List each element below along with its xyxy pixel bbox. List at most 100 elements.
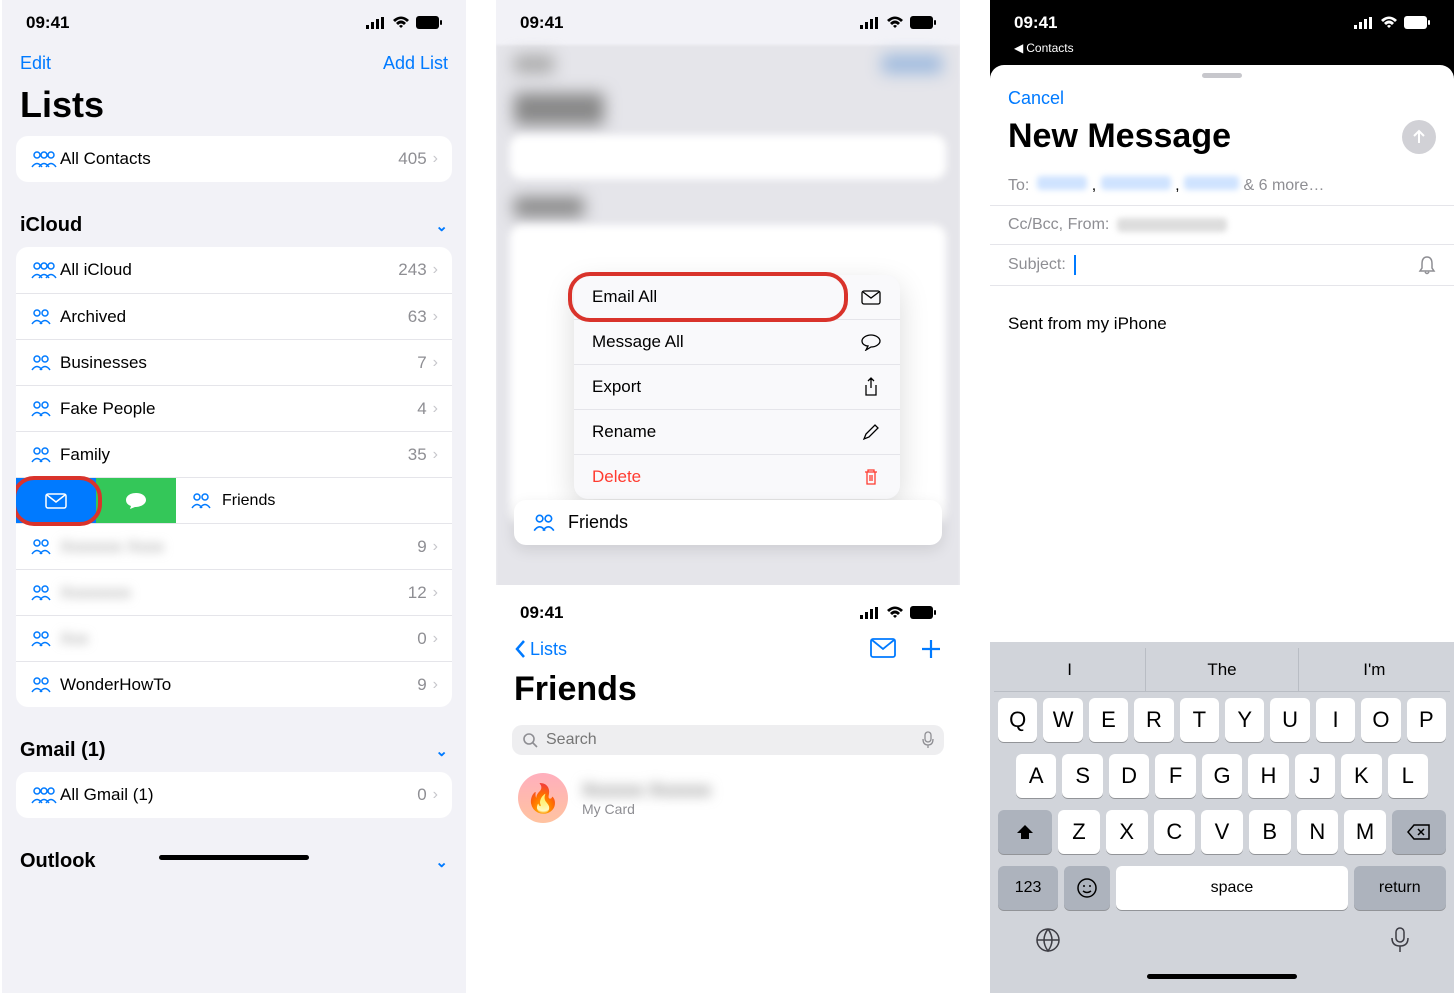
key-d[interactable]: D [1109,754,1149,798]
mic-icon[interactable] [922,731,934,749]
emoji-icon [1076,877,1098,899]
row-blurred[interactable]: Xxxxxxx Xxxx 9 › [16,523,452,569]
key-numbers[interactable]: 123 [998,866,1058,910]
status-bar: 09:41 [496,585,960,630]
menu-message-all[interactable]: Message All [574,319,900,364]
row-friends-swiped[interactable]: Friends [16,477,452,523]
keyboard: I The I'm Q W E R T Y U I O P A S D F [990,642,1454,993]
row-fake-people[interactable]: Fake People 4 › [16,385,452,431]
group-gmail: All Gmail (1) 0 › [16,772,452,818]
chevron-right-icon: › [433,150,438,168]
subject-input[interactable] [1074,255,1410,275]
key-backspace[interactable] [1392,810,1446,854]
swipe-message-button[interactable] [96,478,176,523]
back-to-app[interactable]: ◀ Contacts [990,41,1454,55]
compose-sheet: Cancel New Message To: , , & 6 more… Cc/… [990,65,1454,993]
key-s[interactable]: S [1062,754,1102,798]
sheet-grabber[interactable] [1202,73,1242,78]
section-header-icloud[interactable]: iCloud ⌄ [2,208,466,247]
preview-pill-friends[interactable]: Friends [514,500,942,545]
share-icon [860,377,882,397]
key-r[interactable]: R [1134,698,1173,742]
people2-icon [30,585,60,601]
people2-icon [30,539,60,555]
suggestion[interactable]: I [994,648,1146,691]
key-g[interactable]: G [1202,754,1242,798]
key-m[interactable]: M [1344,810,1386,854]
cancel-button[interactable]: Cancel [1008,88,1064,109]
globe-button[interactable] [1034,926,1062,954]
key-shift[interactable] [998,810,1052,854]
search-field[interactable] [512,725,944,755]
suggestion[interactable]: I'm [1299,648,1450,691]
back-button[interactable]: Lists [514,639,567,660]
battery-icon [416,16,442,29]
chevron-right-icon: › [433,400,438,418]
menu-delete[interactable]: Delete [574,454,900,499]
row-label: All iCloud [60,260,398,280]
key-k[interactable]: K [1341,754,1381,798]
key-space[interactable]: space [1116,866,1347,910]
key-b[interactable]: B [1249,810,1291,854]
menu-export[interactable]: Export [574,364,900,409]
message-body[interactable]: Sent from my iPhone [990,286,1454,642]
chevron-right-icon: › [433,584,438,602]
row-blurred[interactable]: Xxxxxxxx 12 › [16,569,452,615]
key-e[interactable]: E [1089,698,1128,742]
send-button[interactable] [1402,120,1436,154]
clock: 09:41 [520,13,563,33]
row-family[interactable]: Family 35 › [16,431,452,477]
row-all-icloud[interactable]: All iCloud 243 › [16,247,452,293]
key-o[interactable]: O [1361,698,1400,742]
key-p[interactable]: P [1407,698,1446,742]
suggestion[interactable]: The [1146,648,1298,691]
key-return[interactable]: return [1354,866,1446,910]
key-v[interactable]: V [1201,810,1243,854]
section-header-gmail[interactable]: Gmail (1) ⌄ [2,733,466,772]
swipe-email-button[interactable] [16,478,96,523]
key-h[interactable]: H [1248,754,1288,798]
key-l[interactable]: L [1388,754,1428,798]
keyboard-bottom-bar [994,916,1450,972]
search-input[interactable] [546,731,914,749]
row-all-contacts[interactable]: All Contacts 405 › [16,136,452,182]
dictation-button[interactable] [1390,926,1410,954]
people3-icon [30,150,60,168]
key-u[interactable]: U [1270,698,1309,742]
cc-bcc-field[interactable]: Cc/Bcc, From: [990,206,1454,245]
wifi-icon [886,16,904,29]
key-t[interactable]: T [1180,698,1219,742]
key-y[interactable]: Y [1225,698,1264,742]
row-businesses[interactable]: Businesses 7 › [16,339,452,385]
menu-rename[interactable]: Rename [574,409,900,454]
key-emoji[interactable] [1064,866,1110,910]
key-i[interactable]: I [1316,698,1355,742]
row-label: Friends [222,492,275,510]
to-field[interactable]: To: , , & 6 more… [990,166,1454,206]
key-q[interactable]: Q [998,698,1037,742]
row-count: 9 [417,675,426,695]
home-indicator[interactable] [159,855,309,860]
key-n[interactable]: N [1297,810,1339,854]
menu-email-all[interactable]: Email All [574,275,900,319]
compose-email-button[interactable] [870,638,896,660]
home-indicator[interactable] [1147,974,1297,979]
my-card-row[interactable]: 🔥 Xxxxxx Xxxxxx My Card [496,761,960,835]
key-z[interactable]: Z [1058,810,1100,854]
row-archived[interactable]: Archived 63 › [16,293,452,339]
key-c[interactable]: C [1154,810,1196,854]
key-w[interactable]: W [1043,698,1082,742]
subject-field[interactable]: Subject: [990,245,1454,286]
row-all-gmail[interactable]: All Gmail (1) 0 › [16,772,452,818]
add-list-button[interactable]: Add List [383,53,448,74]
key-x[interactable]: X [1106,810,1148,854]
add-contact-button[interactable] [920,638,942,660]
key-j[interactable]: J [1295,754,1335,798]
key-f[interactable]: F [1155,754,1195,798]
more-recipients[interactable]: & 6 more… [1243,177,1324,194]
bell-icon[interactable] [1418,255,1436,275]
row-blurred[interactable]: Xxx 0 › [16,615,452,661]
edit-button[interactable]: Edit [20,53,51,74]
row-wonderhowto[interactable]: WonderHowTo 9 › [16,661,452,707]
key-a[interactable]: A [1016,754,1056,798]
